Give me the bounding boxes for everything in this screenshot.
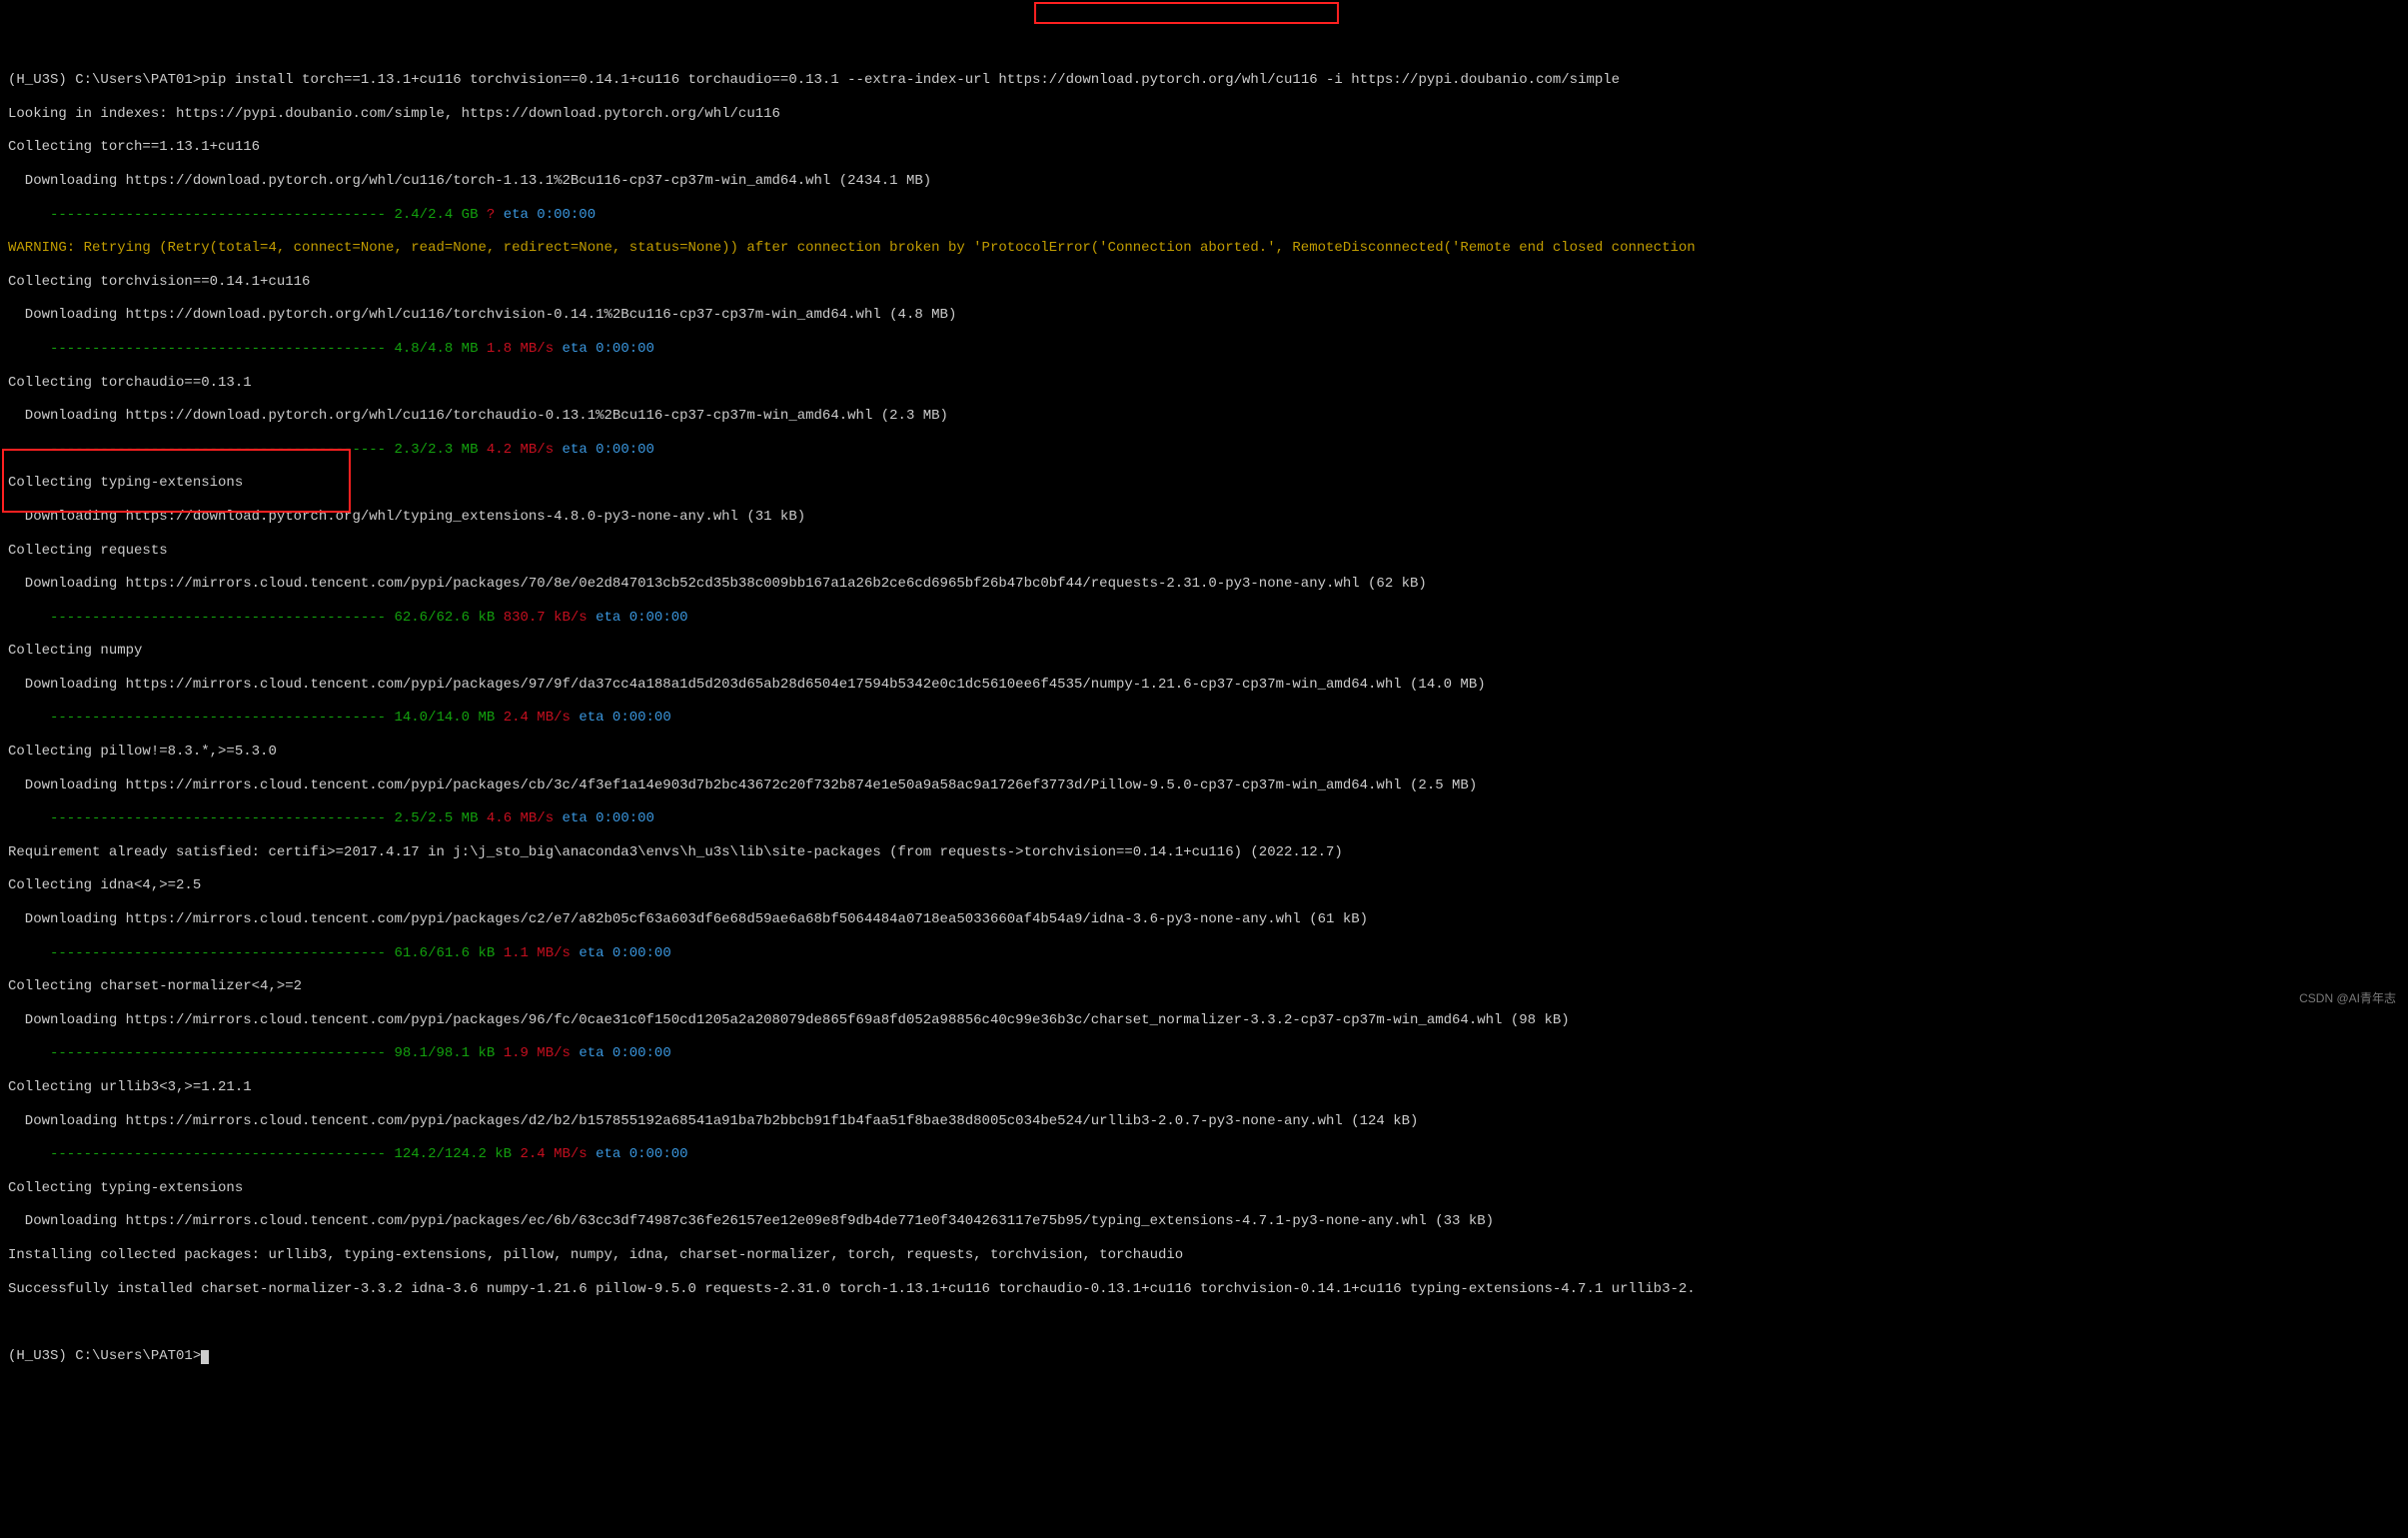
progress-requests: ----------------------------------------…	[8, 610, 2400, 627]
highlight-mirror-flag	[1034, 2, 1339, 24]
shell-prompt: (H_U3S) C:\Users\PAT01>	[8, 72, 201, 88]
collecting-urllib3: Collecting urllib3<3,>=1.21.1	[8, 1079, 2400, 1096]
progress-torchvision: ----------------------------------------…	[8, 341, 2400, 358]
download-typing-ext: Downloading https://download.pytorch.org…	[8, 509, 2400, 526]
progress-numpy: ----------------------------------------…	[8, 710, 2400, 727]
successfully-installed: Successfully installed charset-normalize…	[8, 1281, 2400, 1298]
collecting-numpy: Collecting numpy	[8, 643, 2400, 660]
looking-indexes: Looking in indexes: https://pypi.doubani…	[8, 106, 2400, 123]
blank-line	[8, 1314, 2400, 1331]
req-satisfied-certifi: Requirement already satisfied: certifi>=…	[8, 844, 2400, 861]
download-torchaudio: Downloading https://download.pytorch.org…	[8, 408, 2400, 425]
download-charset-normalizer: Downloading https://mirrors.cloud.tencen…	[8, 1012, 2400, 1029]
progress-charset-normalizer: ----------------------------------------…	[8, 1045, 2400, 1062]
watermark: CSDN @AI青年志	[2299, 991, 2396, 1005]
download-torchvision: Downloading https://download.pytorch.org…	[8, 307, 2400, 324]
shell-prompt-2: (H_U3S) C:\Users\PAT01>	[8, 1348, 201, 1364]
download-torch: Downloading https://download.pytorch.org…	[8, 173, 2400, 190]
collecting-torchvision: Collecting torchvision==0.14.1+cu116	[8, 274, 2400, 291]
progress-pillow: ----------------------------------------…	[8, 810, 2400, 827]
download-urllib3: Downloading https://mirrors.cloud.tencen…	[8, 1113, 2400, 1130]
download-typing-ext-2: Downloading https://mirrors.cloud.tencen…	[8, 1213, 2400, 1230]
prompt-line-2[interactable]: (H_U3S) C:\Users\PAT01>	[8, 1348, 2400, 1365]
collecting-torchaudio: Collecting torchaudio==0.13.1	[8, 375, 2400, 392]
pip-command: pip install torch==1.13.1+cu116 torchvis…	[201, 72, 1326, 88]
download-requests: Downloading https://mirrors.cloud.tencen…	[8, 576, 2400, 593]
prompt-line-1[interactable]: (H_U3S) C:\Users\PAT01>pip install torch…	[8, 72, 2400, 89]
cursor-icon	[201, 1350, 209, 1364]
progress-urllib3: ----------------------------------------…	[8, 1146, 2400, 1163]
progress-torchaudio: ----------------------------------------…	[8, 442, 2400, 459]
download-pillow: Downloading https://mirrors.cloud.tencen…	[8, 777, 2400, 794]
download-idna: Downloading https://mirrors.cloud.tencen…	[8, 911, 2400, 928]
collecting-torch: Collecting torch==1.13.1+cu116	[8, 139, 2400, 156]
warning-retry: WARNING: Retrying (Retry(total=4, connec…	[8, 240, 2400, 257]
collecting-typing-ext: Collecting typing-extensions	[8, 475, 2400, 492]
collecting-requests: Collecting requests	[8, 543, 2400, 560]
progress-idna: ----------------------------------------…	[8, 945, 2400, 962]
collecting-charset-normalizer: Collecting charset-normalizer<4,>=2	[8, 978, 2400, 995]
installing-packages: Installing collected packages: urllib3, …	[8, 1247, 2400, 1264]
collecting-pillow: Collecting pillow!=8.3.*,>=5.3.0	[8, 744, 2400, 761]
collecting-idna: Collecting idna<4,>=2.5	[8, 877, 2400, 894]
mirror-flag: -i https://pypi.doubanio.com/simple	[1326, 72, 1620, 88]
download-numpy: Downloading https://mirrors.cloud.tencen…	[8, 677, 2400, 694]
collecting-typing-ext-2: Collecting typing-extensions	[8, 1180, 2400, 1197]
progress-torch: ----------------------------------------…	[8, 207, 2400, 224]
